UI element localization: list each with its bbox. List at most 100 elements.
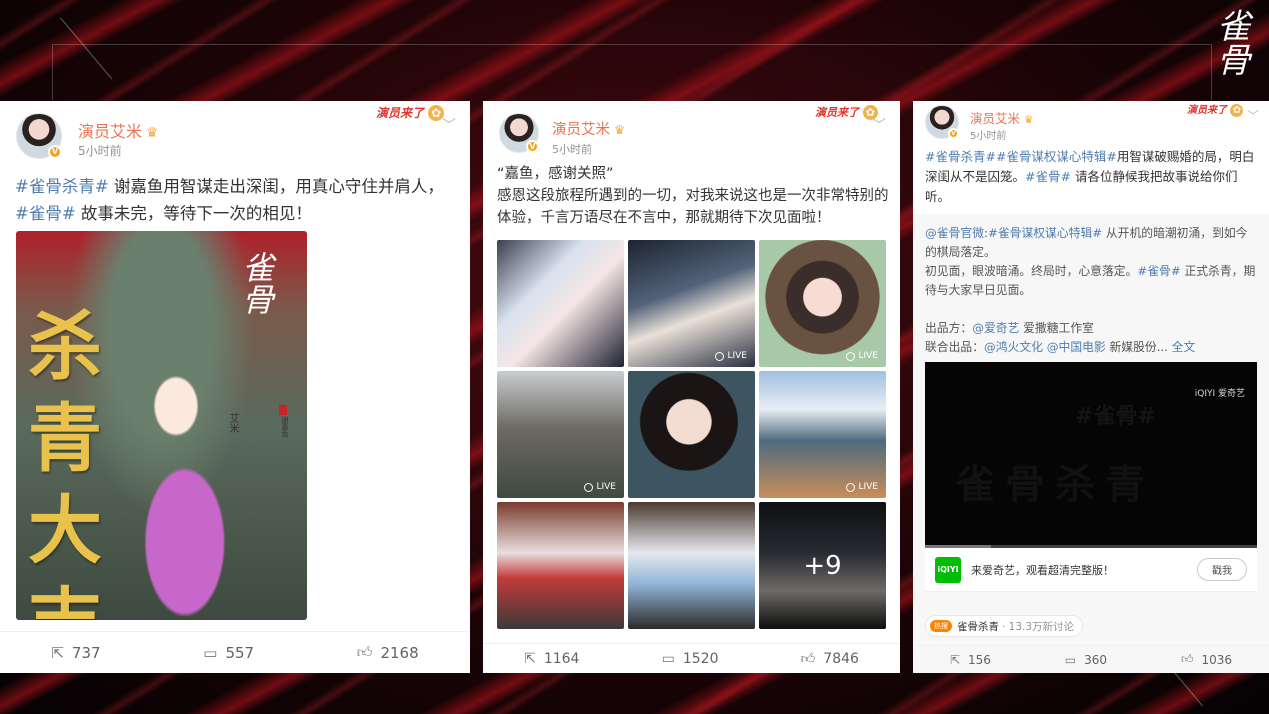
verified-badge-icon: V [948, 128, 959, 139]
post-text: “嘉鱼，感谢关照” 感恩这段旅程所遇到的一切，对我来说这也是一次非常特别的体验，… [497, 163, 889, 229]
hashtag-link[interactable]: #雀骨谋权谋心特辑# [988, 226, 1102, 240]
mention-link[interactable]: @鸿火文化 [984, 340, 1043, 354]
live-icon [846, 351, 856, 361]
comment-button[interactable]: ▭ 557 [203, 644, 254, 662]
comment-button[interactable]: ▭ 360 [1065, 653, 1107, 667]
seal-icon [279, 405, 287, 415]
weibo-post-card-2: V 演员艾米 ♛ 5小时前 演员来了 ✿ ﹀ “嘉鱼，感谢关照” 感恩这段旅程所遇… [483, 101, 900, 673]
repost-icon: ⇱ [949, 652, 960, 667]
author-name[interactable]: 演员艾米 ♛ [970, 108, 1034, 127]
post-time: 5小时前 [970, 131, 1007, 142]
live-badge: LIVE [715, 351, 747, 361]
post-actions: ⇱ 156 ▭ 360 👍︎ 1036 [913, 645, 1269, 673]
brand-logo-text: 雀骨 [1210, 8, 1250, 76]
comment-icon: ▭ [1064, 652, 1077, 667]
live-icon [715, 351, 725, 361]
iqiyi-promo: iQIYI 来爱奇艺，观看超清完整版！ 戳我 [925, 548, 1257, 592]
photo-thumb[interactable]: LIVE [628, 240, 755, 367]
topic-name: 雀骨杀青 [957, 620, 999, 633]
repost-button[interactable]: ⇱ 156 [950, 653, 991, 667]
more-photos-count: +9 [759, 502, 886, 629]
post-header: V 演员艾米 ♛ 5小时前 演员来了 ✿ ﹀ [913, 101, 1269, 145]
verified-badge-icon: V [526, 140, 539, 153]
chevron-down-icon[interactable]: ﹀ [872, 115, 886, 135]
author-name[interactable]: 演员艾米 ♛ [552, 118, 625, 139]
thumbs-up-icon: 👍︎ [356, 643, 373, 661]
post-text: #雀骨杀青# 谢嘉鱼用智谋走出深闺，用真心守住并肩人，#雀骨# 故事未完，等待下… [15, 177, 444, 223]
repost-button[interactable]: ⇱ 737 [51, 644, 100, 662]
photo-thumb[interactable]: +9 [759, 502, 886, 629]
post-text-line: “嘉鱼，感谢关照” [497, 166, 614, 182]
actor-sticker: 演员来了 ✿ [1187, 101, 1244, 117]
post-actions: ⇱ 1164 ▭ 1520 👍︎ 7846 [483, 643, 900, 673]
hashtag-link[interactable]: #雀骨谋权谋心特辑# [996, 149, 1117, 164]
repost-icon: ⇱ [51, 643, 64, 662]
hashtag-link[interactable]: #雀骨# [1137, 264, 1180, 278]
comment-icon: ▭ [203, 643, 218, 662]
weibo-post-card-3: V 演员艾米 ♛ 5小时前 演员来了 ✿ ﹀ #雀骨杀青##雀骨谋权谋心特辑#用智… [913, 101, 1269, 673]
photo-thumb[interactable] [628, 502, 755, 629]
poster-role-name: 谢嘉鱼 [281, 416, 289, 437]
photo-thumb[interactable]: LIVE [759, 371, 886, 498]
post-time: 5小时前 [78, 144, 122, 158]
post-header: V 演员艾米 ♛ 5小时前 演员来了 ✿ ﹀ [0, 101, 470, 163]
photo-thumb[interactable]: LIVE [497, 371, 624, 498]
verified-badge-icon: V [48, 145, 62, 159]
comment-button[interactable]: ▭ 1520 [662, 651, 719, 667]
repost-icon: ⇱ [524, 650, 536, 667]
promo-button[interactable]: 戳我 [1197, 558, 1247, 581]
thumbs-up-icon: 👍︎ [1180, 652, 1194, 666]
repost-button[interactable]: ⇱ 1164 [524, 651, 579, 667]
actor-sticker: 演员来了 ✿ [815, 104, 878, 120]
comment-icon: ▭ [661, 650, 675, 667]
photo-thumb[interactable] [628, 371, 755, 498]
hashtag-link[interactable]: #雀骨杀青# [15, 177, 109, 196]
poster-image[interactable]: 杀青大吉 雀骨 艾米 谢嘉鱼 [16, 231, 307, 620]
chevron-down-icon[interactable]: ﹀ [1247, 107, 1259, 124]
poster-logo: 雀骨 [237, 251, 275, 315]
crown-icon: ♛ [614, 123, 626, 137]
frame-line [52, 44, 1212, 100]
mention-link[interactable]: @中国电影 [1047, 340, 1106, 354]
live-icon [846, 482, 856, 492]
video-player[interactable]: iQIYI 爱奇艺 #雀骨# 雀骨杀青 [925, 362, 1257, 548]
topic-chip[interactable]: 热搜 雀骨杀青 · 13.3万新讨论 [925, 615, 1084, 637]
post-text: #雀骨杀青##雀骨谋权谋心特辑#用智谋破赐婚的局，明白深闺从不是囚笼。#雀骨# … [925, 149, 1255, 204]
photo-thumb[interactable] [497, 240, 624, 367]
chevron-down-icon[interactable]: ﹀ [442, 115, 456, 135]
live-badge: LIVE [846, 482, 878, 492]
hashtag-link[interactable]: #雀骨杀青# [925, 149, 996, 164]
poster-title: 杀青大吉 [28, 304, 102, 620]
live-badge: LIVE [584, 482, 616, 492]
photo-thumb[interactable]: LIVE [759, 240, 886, 367]
live-icon [584, 482, 594, 492]
photo-thumb[interactable] [497, 502, 624, 629]
like-button[interactable]: 👍︎ 2168 [357, 643, 419, 662]
like-button[interactable]: 👍︎ 1036 [1181, 652, 1232, 667]
hot-badge: 热搜 [930, 620, 952, 632]
post-actions: ⇱ 737 ▭ 557 👍︎ 2168 [0, 631, 470, 673]
video-watermark: iQIYI 爱奇艺 [1194, 389, 1245, 399]
topic-count: · 13.3万新讨论 [1002, 620, 1075, 633]
mention-link[interactable]: @爱奇艺 [972, 321, 1019, 335]
weibo-post-card-1: V 演员艾米 ♛ 5小时前 演员来了 ✿ ﹀ #雀骨杀青# 谢嘉鱼用智谋走出深闺，… [0, 101, 470, 673]
brand-logo: 雀骨 [1203, 8, 1257, 98]
video-frame-text: #雀骨# [1075, 404, 1156, 429]
photo-grid: LIVE LIVE LIVE LIVE +9 [497, 240, 886, 629]
like-button[interactable]: 👍︎ 7846 [800, 650, 859, 668]
mention-link[interactable]: @雀骨官微 [925, 226, 984, 240]
post-header: V 演员艾米 ♛ 5小时前 演员来了 ✿ ﹀ [483, 101, 900, 163]
poster-actor-name: 艾米 [227, 413, 238, 433]
crown-icon: ♛ [146, 125, 159, 141]
repost-text: @雀骨官微:#雀骨谋权谋心特辑# 从开机的暗潮初涌，到如今的棋局落定。 初见面，… [925, 226, 1256, 354]
crown-icon: ♛ [1024, 113, 1034, 126]
author-name[interactable]: 演员艾米 ♛ [78, 118, 158, 142]
actor-sticker: 演员来了 ✿ [376, 104, 445, 121]
promo-text: 来爱奇艺，观看超清完整版！ [971, 563, 1114, 577]
thumbs-up-icon: 👍︎ [800, 651, 816, 667]
hashtag-link[interactable]: #雀骨# [15, 204, 76, 223]
post-text-line: 感恩这段旅程所遇到的一切，对我来说这也是一次非常特别的体验，千言万语尽在不言中，… [497, 188, 889, 226]
sticker-cloud-icon: ✿ [1230, 104, 1244, 117]
full-text-link[interactable]: 全文 [1168, 340, 1196, 354]
hashtag-link[interactable]: #雀骨# [1025, 169, 1071, 184]
